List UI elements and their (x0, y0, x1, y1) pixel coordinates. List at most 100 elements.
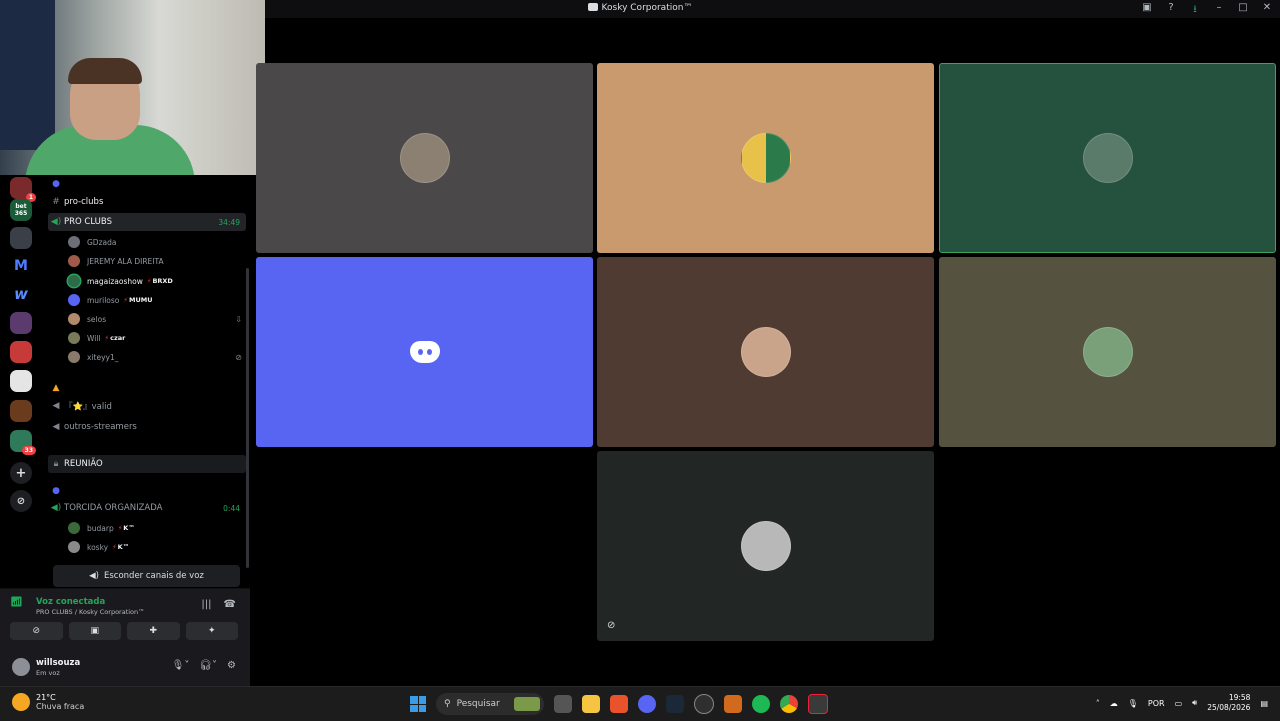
server-icon-active[interactable] (10, 370, 32, 392)
megaphone-icon: ◀ (52, 422, 60, 432)
soundboard-button[interactable]: ✦ (185, 622, 238, 640)
discord-icon (409, 341, 440, 363)
server-icon-bet365[interactable]: bet 365 (10, 199, 32, 221)
sidebar-scrollbar[interactable] (246, 268, 249, 568)
help-icon[interactable]: ? (1164, 2, 1178, 19)
channel-valid[interactable]: ◀ 『⭐』valid (48, 397, 246, 415)
video-tile[interactable] (597, 63, 934, 253)
video-tile[interactable] (256, 257, 593, 447)
minimize-button[interactable]: – (1212, 2, 1226, 19)
discord-taskbar-icon[interactable] (638, 695, 656, 713)
avatar (1082, 133, 1133, 183)
video-tile[interactable] (939, 257, 1276, 447)
microphone-icon[interactable]: 🎙︎ (1128, 699, 1138, 708)
voice-user[interactable]: magaizaoshowBRXD (68, 272, 242, 290)
obs-icon[interactable] (694, 694, 714, 714)
screen-share-icon: ▣ (90, 626, 99, 636)
spotify-icon[interactable] (752, 695, 770, 713)
headphones-icon[interactable]: 🎧︎˅ (199, 660, 217, 671)
maximize-button[interactable]: □ (1236, 2, 1250, 19)
notification-icon[interactable]: ▤ (1260, 699, 1268, 708)
avatar (68, 275, 80, 287)
video-tile[interactable] (597, 257, 934, 447)
channel-torcida-organizada[interactable]: ◀) TORCIDA ORGANIZADA 0:44 (48, 499, 246, 517)
video-tile-speaking[interactable] (939, 63, 1276, 253)
speaker-icon: ◀) (50, 503, 62, 513)
chevron-up-icon[interactable]: ˄ (1096, 699, 1100, 708)
avatar (1082, 327, 1133, 377)
language-indicator[interactable]: POR (1148, 699, 1165, 708)
voice-user[interactable]: Willczar (68, 329, 242, 347)
server-icon-m[interactable]: M (10, 255, 32, 277)
file-explorer-icon[interactable] (582, 695, 600, 713)
microphone-icon[interactable]: 🎙︎˅ (172, 660, 190, 671)
disconnect-icon[interactable]: ☎ (224, 599, 236, 610)
server-icon[interactable] (10, 400, 32, 422)
download-icon[interactable]: ⭳ (1188, 2, 1202, 19)
task-view-icon[interactable] (554, 695, 572, 713)
server-icon[interactable] (10, 341, 32, 363)
video-tile[interactable]: ⊘ (597, 451, 934, 641)
capture-app-icon[interactable] (808, 694, 828, 714)
screen-share-button[interactable]: ▣ (68, 622, 121, 640)
muted-mic-icon: ⊘ (235, 352, 242, 362)
megaphone-icon: ◀ (52, 401, 60, 411)
explore-icon[interactable]: ⊘ (10, 490, 32, 512)
app-icon[interactable] (724, 695, 742, 713)
server-icon[interactable]: 1 (10, 177, 36, 202)
search-input[interactable]: ⚲ Pesquisar (436, 693, 544, 715)
weather-widget[interactable]: 21°C Chuva fraca (12, 693, 84, 711)
voice-user[interactable]: GDzada (68, 233, 242, 251)
server-icon[interactable] (10, 227, 32, 249)
brave-icon[interactable] (610, 695, 628, 713)
camera-off-button[interactable]: ⊘ (10, 622, 63, 640)
server-icon[interactable] (10, 312, 32, 334)
voice-user[interactable]: xiteyy1_ ⊘ (68, 348, 242, 366)
channel-reuniao[interactable]: 🔒︎ REUNIÃO (48, 455, 246, 473)
hide-voice-channels-button[interactable]: ◀) Esconder canais de voz (53, 565, 240, 587)
avatar[interactable] (12, 658, 30, 676)
channel-outros-streamers[interactable]: ◀ outros-streamers (48, 418, 246, 436)
close-button[interactable]: ✕ (1260, 2, 1274, 19)
noise-suppression-icon[interactable]: ||| (201, 599, 211, 610)
voice-channel-name: PRO CLUBS / Kosky Corporation™ (36, 608, 145, 616)
inbox-icon[interactable]: ▣ (1140, 2, 1154, 19)
webcam-overlay (0, 0, 265, 175)
voice-user[interactable]: selos ⇩ (68, 310, 242, 328)
gear-icon[interactable]: ⚙ (227, 660, 236, 671)
discord-icon (587, 3, 598, 11)
username[interactable]: willsouza (36, 658, 80, 668)
category-marker[interactable]: ▲ (48, 379, 246, 397)
channel-pro-clubs-text[interactable]: # pro-clubs (48, 193, 246, 211)
avatar (740, 327, 791, 377)
server-icon[interactable]: 33 (10, 430, 36, 455)
voice-user[interactable]: koskyK™ (68, 538, 242, 556)
steam-icon[interactable] (666, 695, 684, 713)
chrome-icon[interactable] (780, 695, 798, 713)
weather-icon (12, 693, 30, 711)
avatar (68, 541, 80, 553)
voice-status[interactable]: Voz conectada (36, 597, 105, 607)
volume-icon[interactable]: 🔊︎ (1192, 698, 1197, 708)
avatar (68, 522, 80, 534)
start-icon[interactable] (410, 696, 426, 712)
voice-user[interactable]: murilosoMUMU (68, 291, 242, 309)
voice-user[interactable]: budarpK™ (68, 519, 242, 537)
cloud-icon[interactable]: ☁ (1110, 699, 1118, 708)
channel-sidebar: ● # pro-clubs ◀) PRO CLUBS 34:49 GDzada JER… (42, 175, 250, 585)
server-icon-w[interactable]: w (10, 283, 32, 305)
activities-button[interactable]: ✚ (127, 622, 180, 640)
video-tile[interactable] (256, 63, 593, 253)
category-marker[interactable]: ● (48, 175, 246, 193)
taskbar: 21°C Chuva fraca ⚲ Pesquisar ˄ ☁ 🎙︎ POR ▭… (0, 686, 1280, 721)
category-marker[interactable]: ● (48, 482, 246, 500)
add-server-icon[interactable]: + (10, 462, 32, 484)
voice-user[interactable]: JEREMY ALA DIREITA (68, 252, 242, 270)
avatar (68, 351, 80, 363)
globe-icon: ● (52, 486, 60, 496)
channel-pro-clubs-voice[interactable]: ◀) PRO CLUBS 34:49 (48, 213, 246, 231)
avatar (68, 313, 80, 325)
network-icon[interactable]: ▭ (1175, 699, 1183, 708)
signal-icon[interactable]: 📶︎ (10, 597, 28, 615)
clock[interactable]: 19:58 25/08/2026 (1207, 693, 1250, 713)
